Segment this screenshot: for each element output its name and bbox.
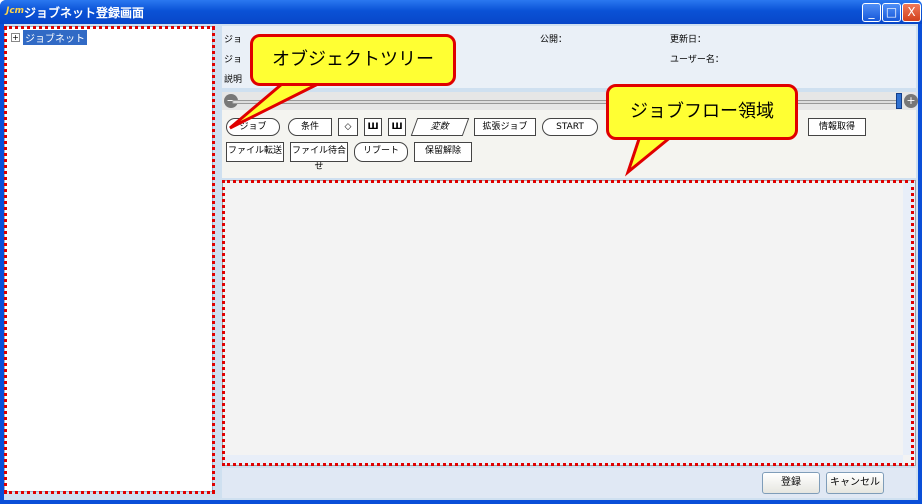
tree-callout-tail (229, 82, 319, 130)
flow-callout-tail (624, 134, 677, 177)
flow-callout: ジョブフロー領域 (606, 84, 798, 140)
callout-tails (229, 82, 677, 177)
tree-callout: オブジェクトツリー (250, 34, 456, 86)
